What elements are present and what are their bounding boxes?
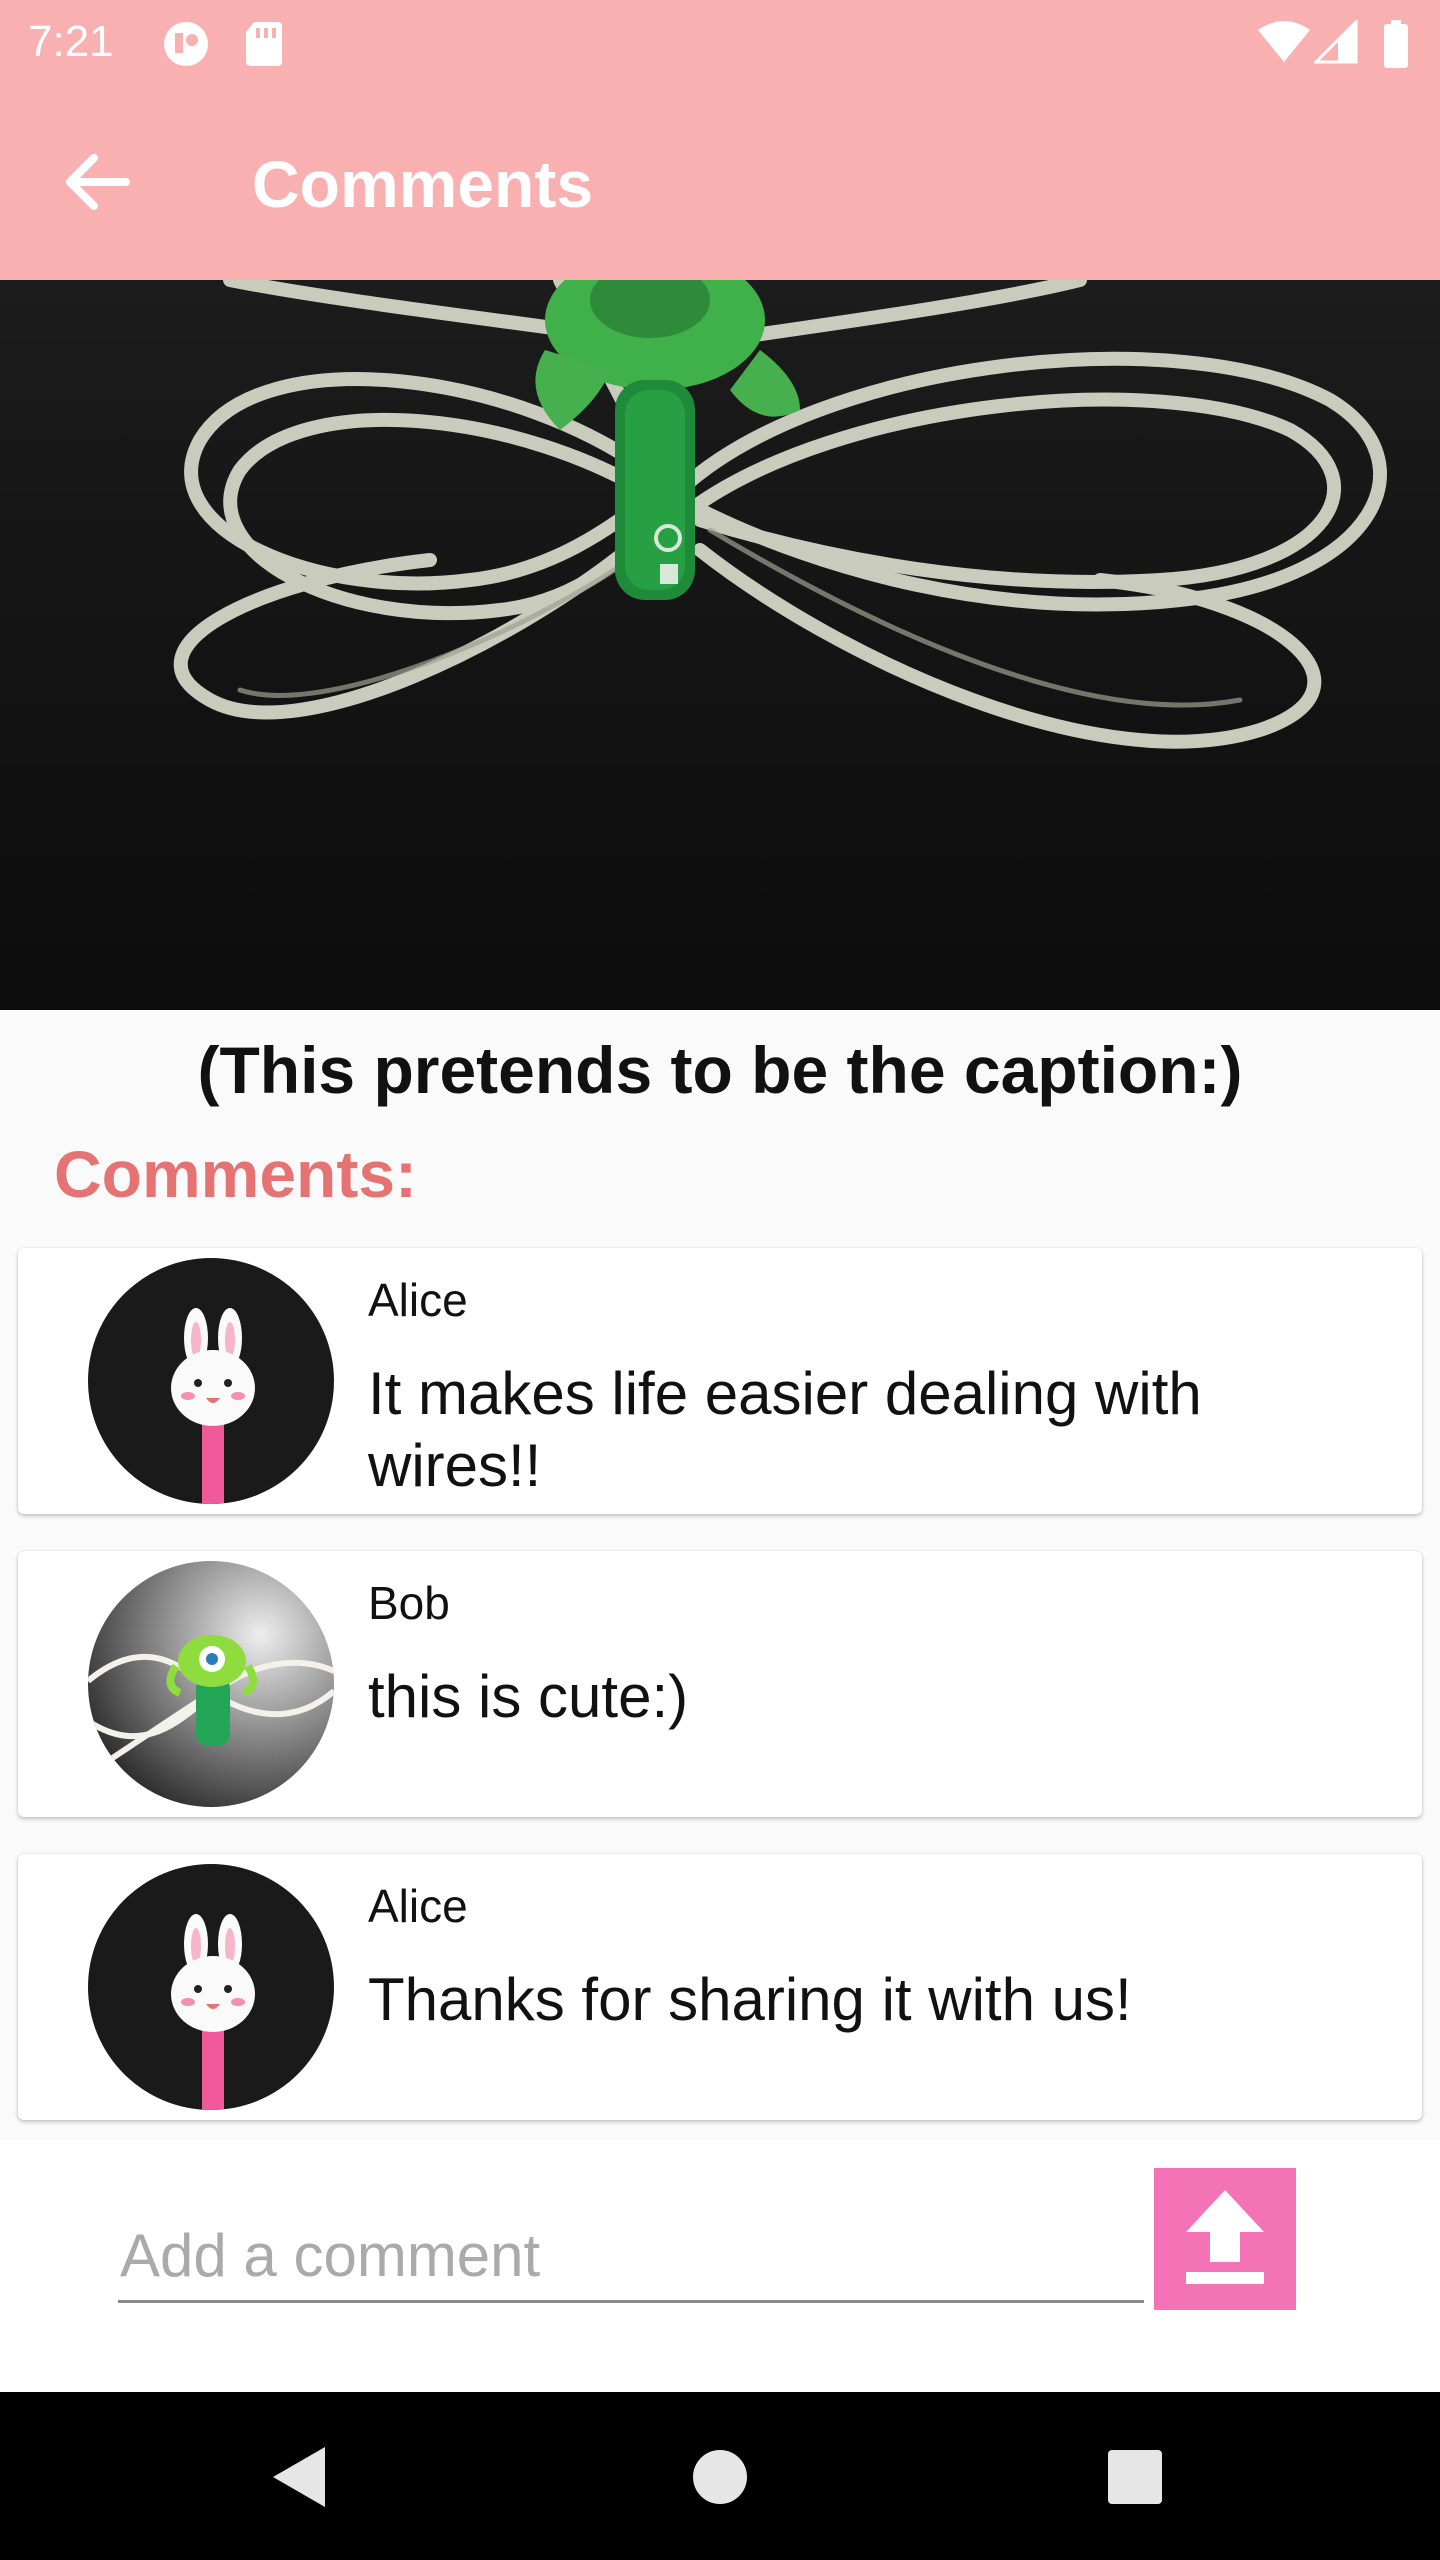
sd-card-icon [246, 22, 282, 66]
send-comment-button[interactable] [1154, 2168, 1296, 2310]
post-caption: (This pretends to be the caption:) [197, 1033, 1243, 1107]
avatar[interactable] [88, 1864, 334, 2110]
battery-icon [1384, 20, 1408, 68]
comment-author: Alice [368, 1880, 468, 1932]
comment-input[interactable] [118, 2210, 1144, 2303]
comment-text: Thanks for sharing it with us! [368, 1966, 1132, 2033]
avatar[interactable] [88, 1561, 334, 1807]
shield-icon [164, 22, 208, 66]
comment-author: Bob [368, 1577, 450, 1629]
back-triangle-icon[interactable] [255, 2432, 345, 2522]
signal-icon [1314, 20, 1358, 64]
comment-card: Alice Thanks for sharing it with us! [18, 1854, 1422, 2120]
recents-square-icon[interactable] [1090, 2432, 1180, 2522]
status-time: 7:21 [28, 17, 114, 66]
avatar[interactable] [88, 1258, 334, 1504]
comment-author: Alice [368, 1274, 468, 1326]
system-nav-bar [0, 2392, 1440, 2560]
comments-heading: Comments: [54, 1137, 418, 1211]
comment-text: It makes life easier dealing with wires!… [368, 1360, 1202, 1499]
comment-text: this is cute:) [368, 1663, 689, 1730]
home-circle-icon[interactable] [675, 2432, 765, 2522]
back-button[interactable] [50, 134, 146, 230]
status-bar: 7:21 [0, 0, 1440, 84]
upload-icon [1186, 2190, 1264, 2284]
app-bar: Comments [0, 84, 1440, 280]
arrow-back-icon [66, 154, 130, 210]
wifi-icon [1258, 21, 1310, 62]
page-title: Comments [252, 147, 594, 221]
comment-composer [0, 2140, 1440, 2392]
comment-card: Alice It makes life easier dealing with … [18, 1248, 1422, 1514]
comment-card: Bob this is cute:) [18, 1551, 1422, 1817]
post-image [0, 280, 1440, 1010]
